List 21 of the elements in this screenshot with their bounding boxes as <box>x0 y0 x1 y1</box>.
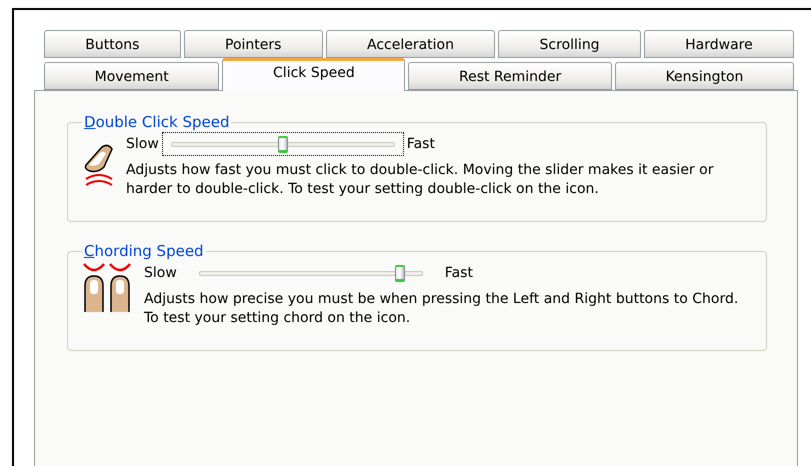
slow-label: Slow <box>144 265 177 281</box>
group-title: Double Click Speed <box>83 113 230 131</box>
tab[interactable]: Movement <box>44 62 220 90</box>
slider-thumb[interactable] <box>395 265 406 282</box>
tab[interactable]: Kensington <box>614 62 794 90</box>
group-title: Chording Speed <box>83 242 205 260</box>
slow-label: Slow <box>126 136 159 152</box>
slider[interactable] <box>162 133 403 155</box>
fast-label: Fast <box>444 265 473 281</box>
description: Adjusts how precise you must be when pressing the Left and Right buttons to Chord. To test your setting chord on the icon. <box>144 290 740 328</box>
tab[interactable]: Rest Reminder <box>408 62 612 90</box>
fast-label: Fast <box>406 136 435 152</box>
tab[interactable]: Acceleration <box>326 30 496 58</box>
tab[interactable]: Click Speed <box>222 58 406 91</box>
tab[interactable]: Hardware <box>644 30 794 58</box>
tab[interactable]: Scrolling <box>498 30 641 58</box>
slider-thumb[interactable] <box>278 136 288 153</box>
tab[interactable]: Pointers <box>184 30 323 58</box>
two-fingers-icon <box>82 262 134 314</box>
tab[interactable]: Buttons <box>44 30 181 58</box>
description: Adjusts how fast you must click to double-click. Moving the slider makes it easier or harder to double-click. To test your setting double-click on the icon. <box>126 161 714 199</box>
